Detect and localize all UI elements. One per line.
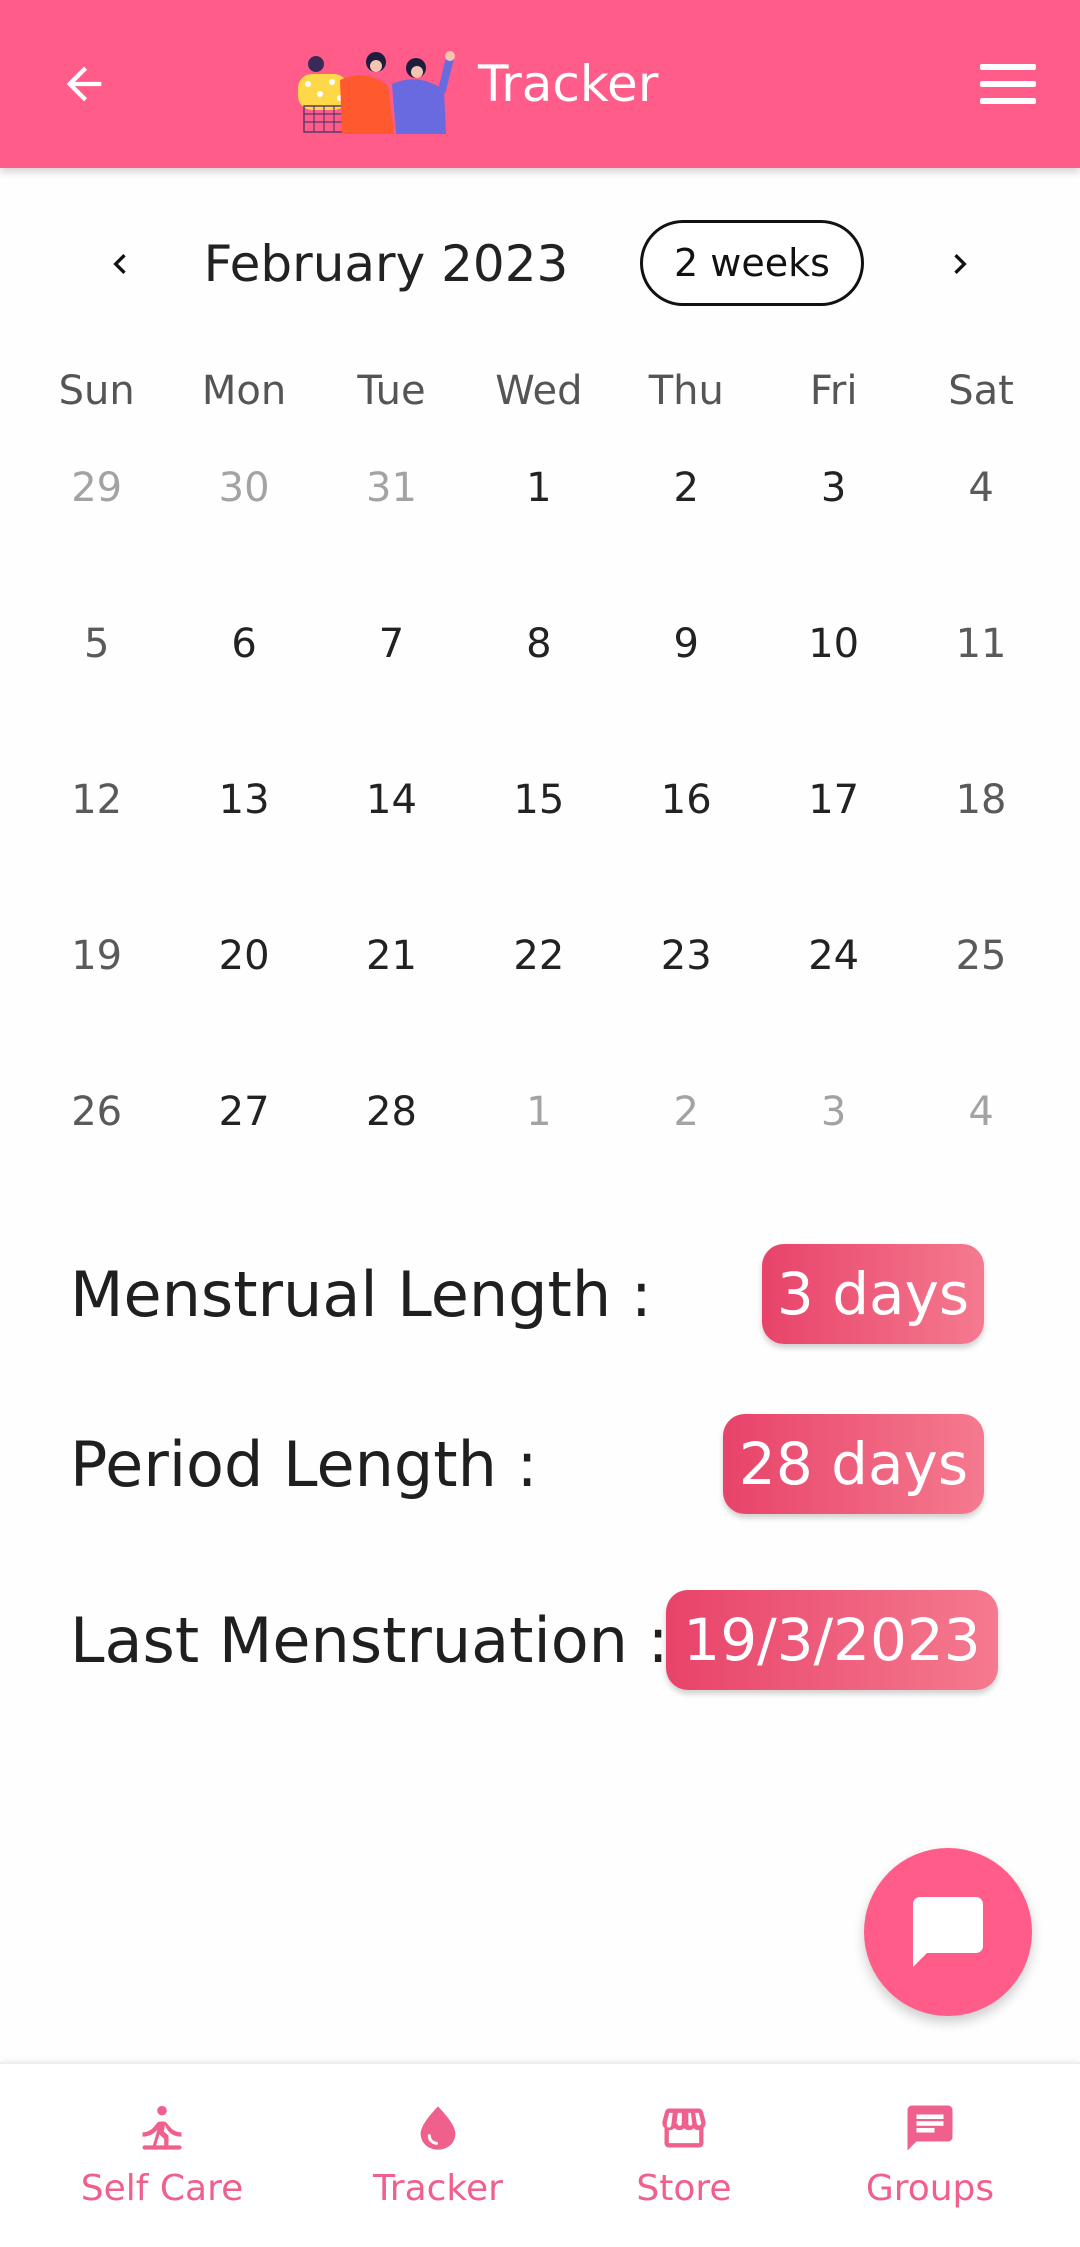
calendar-day[interactable]: 11 bbox=[907, 586, 1054, 742]
weekday-label: Mon bbox=[201, 368, 287, 414]
last-menstruation-value[interactable]: 19/3/2023 bbox=[666, 1590, 998, 1690]
calendar-grid: 29 30 31 1 2 3 4 5 6 7 8 9 10 11 12 13 14 15 16 17 18 19 20 21 2… bbox=[23, 430, 1057, 1210]
arrow-left-icon bbox=[66, 66, 102, 102]
message-icon bbox=[907, 2105, 953, 2151]
menstrual-length-label: Menstrual Length : bbox=[70, 1258, 652, 1331]
calendar-day[interactable]: 7 bbox=[318, 586, 465, 742]
calendar-format-button[interactable]: 2 weeks bbox=[640, 220, 864, 306]
calendar-day[interactable]: 13 bbox=[170, 742, 317, 898]
calendar-day[interactable]: 10 bbox=[760, 586, 907, 742]
period-length-value[interactable]: 28 days bbox=[723, 1414, 984, 1514]
weekday-label: Wed bbox=[495, 368, 583, 414]
calendar-day[interactable]: 17 bbox=[760, 742, 907, 898]
calendar-day[interactable]: 1 bbox=[465, 430, 612, 586]
calendar-week-row: 19 20 21 22 23 24 25 bbox=[23, 898, 1057, 1054]
calendar-day[interactable]: 2 bbox=[613, 1054, 760, 1210]
calendar-day[interactable]: 25 bbox=[907, 898, 1054, 1054]
calendar-day[interactable]: 31 bbox=[318, 430, 465, 586]
page-title: Tracker bbox=[478, 55, 659, 113]
calendar-day[interactable]: 29 bbox=[23, 430, 170, 586]
chat-fab-button[interactable] bbox=[864, 1848, 1032, 2016]
next-month-button[interactable] bbox=[928, 232, 992, 296]
nav-label: Groups bbox=[865, 2168, 995, 2209]
calendar-day[interactable]: 21 bbox=[318, 898, 465, 1054]
calendar-day[interactable]: 22 bbox=[465, 898, 612, 1054]
weekday-label: Fri bbox=[809, 368, 858, 414]
menstrual-length-row: Menstrual Length : 3 days bbox=[0, 1240, 1080, 1350]
month-label: February 2023 bbox=[203, 235, 569, 293]
nav-label: Self Care bbox=[80, 2168, 244, 2209]
calendar-day[interactable]: 3 bbox=[760, 430, 907, 586]
weekday-label: Sun bbox=[58, 368, 135, 414]
app-bar: Tracker bbox=[0, 0, 1080, 168]
calendar-week-row: 5 6 7 8 9 10 11 bbox=[23, 586, 1057, 742]
calendar-day[interactable]: 16 bbox=[613, 742, 760, 898]
last-menstruation-row: Last Menstruation : 19/3/2023 bbox=[0, 1586, 1080, 1696]
calendar-day[interactable]: 2 bbox=[613, 430, 760, 586]
calendar-day[interactable]: 6 bbox=[170, 586, 317, 742]
weekday-label: Thu bbox=[648, 368, 724, 414]
calendar-week-row: 29 30 31 1 2 3 4 bbox=[23, 430, 1057, 586]
calendar-day[interactable]: 9 bbox=[613, 586, 760, 742]
bottom-navigation: Self Care Tracker Store Groups bbox=[0, 2062, 1080, 2247]
calendar-day[interactable]: 28 bbox=[318, 1054, 465, 1210]
calendar-day[interactable]: 4 bbox=[907, 430, 1054, 586]
calendar-day[interactable]: 12 bbox=[23, 742, 170, 898]
calendar-week-row: 26 27 28 1 2 3 4 bbox=[23, 1054, 1057, 1210]
calendar-day[interactable]: 19 bbox=[23, 898, 170, 1054]
back-button[interactable] bbox=[52, 52, 116, 116]
calendar-day[interactable]: 26 bbox=[23, 1054, 170, 1210]
storefront-icon bbox=[662, 2108, 706, 2148]
calendar-day[interactable]: 5 bbox=[23, 586, 170, 742]
calendar-day[interactable]: 23 bbox=[613, 898, 760, 1054]
nav-label: Store bbox=[636, 2168, 732, 2209]
period-length-label: Period Length : bbox=[70, 1428, 538, 1501]
calendar-header: February 2023 2 weeks bbox=[0, 210, 1080, 320]
nav-tracker[interactable]: Tracker bbox=[338, 2098, 538, 2218]
previous-month-button[interactable] bbox=[88, 232, 152, 296]
chat-bubble-icon bbox=[913, 1897, 983, 1967]
calendar-day[interactable]: 3 bbox=[760, 1054, 907, 1210]
period-length-row: Period Length : 28 days bbox=[0, 1410, 1080, 1520]
calendar-day[interactable]: 27 bbox=[170, 1054, 317, 1210]
menu-button[interactable] bbox=[974, 56, 1042, 112]
menstrual-length-value[interactable]: 3 days bbox=[762, 1244, 984, 1344]
calendar-day[interactable]: 1 bbox=[465, 1054, 612, 1210]
nav-groups[interactable]: Groups bbox=[830, 2098, 1030, 2218]
drop-icon bbox=[420, 2106, 456, 2150]
weekday-label: Tue bbox=[357, 368, 426, 414]
calendar-day[interactable]: 20 bbox=[170, 898, 317, 1054]
last-menstruation-label: Last Menstruation : bbox=[70, 1604, 669, 1677]
calendar-day[interactable]: 18 bbox=[907, 742, 1054, 898]
chevron-left-icon bbox=[113, 254, 126, 274]
nav-label: Tracker bbox=[373, 2168, 503, 2209]
chevron-right-icon bbox=[954, 254, 967, 274]
women-illustration-logo bbox=[298, 51, 455, 134]
weekday-label: Sat bbox=[948, 368, 1014, 414]
calendar-day[interactable]: 8 bbox=[465, 586, 612, 742]
hamburger-menu-icon bbox=[980, 64, 1036, 104]
nav-store[interactable]: Store bbox=[584, 2098, 784, 2218]
calendar-day[interactable]: 30 bbox=[170, 430, 317, 586]
calendar-day[interactable]: 15 bbox=[465, 742, 612, 898]
calendar-day[interactable]: 24 bbox=[760, 898, 907, 1054]
weekday-row: Sun Mon Tue Wed Thu Fri Sat bbox=[0, 356, 1080, 426]
calendar-week-row: 12 13 14 15 16 17 18 bbox=[23, 742, 1057, 898]
calendar-day[interactable]: 14 bbox=[318, 742, 465, 898]
calendar-day[interactable]: 4 bbox=[907, 1054, 1054, 1210]
meditation-icon bbox=[142, 2105, 182, 2150]
nav-self-care[interactable]: Self Care bbox=[62, 2098, 262, 2218]
